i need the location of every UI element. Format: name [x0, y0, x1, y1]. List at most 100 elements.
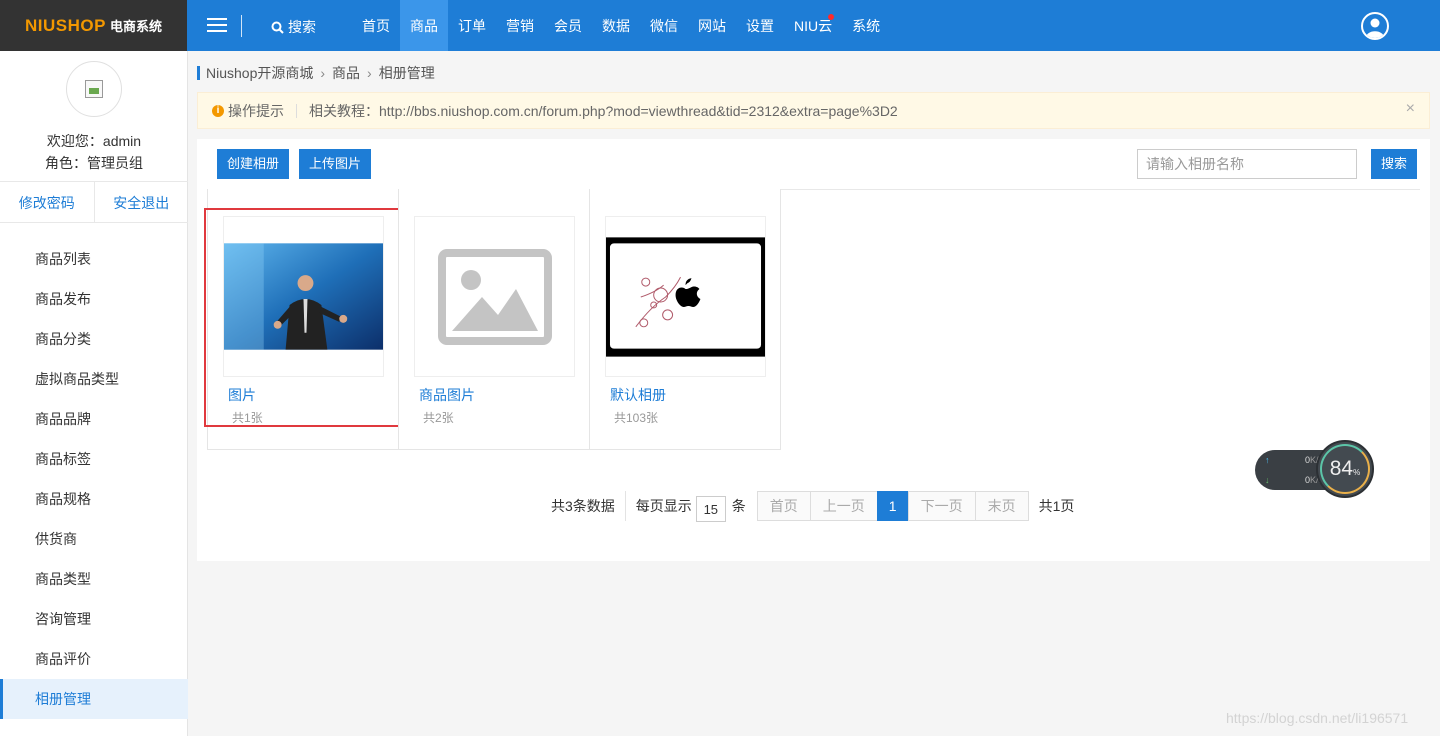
last-page-button[interactable]: 末页 [974, 491, 1029, 521]
breadcrumb-item-home[interactable]: Niushop开源商城 [206, 63, 313, 83]
image-placeholder-icon[interactable] [414, 216, 575, 377]
download-arrow-icon: ↓ [1265, 475, 1270, 485]
per-page-label: 每页显示 [635, 498, 692, 514]
role-text: 角色：管理员组 [45, 155, 143, 171]
sidebar-item[interactable]: 相册管理 [0, 679, 188, 719]
sidebar-item[interactable]: 商品品牌 [0, 399, 188, 439]
logo-suffix: 电商系统 [109, 19, 162, 34]
nav-item-label: 网站 [698, 18, 726, 34]
sidebar-item[interactable]: 商品标签 [0, 439, 188, 479]
album-search-input[interactable] [1137, 149, 1357, 179]
nav-item[interactable]: 设置 [736, 0, 784, 51]
sidebar-item[interactable]: 虚拟商品类型 [0, 359, 188, 399]
sidebar-item[interactable]: 供货商 [0, 519, 188, 559]
pagination-divider [624, 491, 626, 521]
change-password-link[interactable]: 修改密码 [0, 182, 95, 222]
nav-item-label: 会员 [554, 18, 582, 34]
nav-item-label: NIU云 [794, 18, 833, 34]
top-search-label: 搜索 [288, 19, 316, 35]
nav-item-label: 系统 [852, 18, 881, 34]
pagination-pages: 共1页 [1038, 498, 1075, 514]
nav-item[interactable]: 商品 [400, 0, 448, 51]
nav-item-label: 数据 [602, 18, 630, 34]
album-card: 默认相册 共103张 [589, 189, 781, 450]
sidebar-menu: 商品列表 商品发布 商品分类 虚拟商品类型 商品品牌 商品标签 商品规格 供货商 商品类型 咨询管… [0, 239, 188, 719]
album-name[interactable]: 图片 [228, 385, 256, 405]
operation-tip: i 操作提示 相关教程：http://bbs.niushop.com.cn/fo… [197, 92, 1430, 129]
breadcrumb-item-current: 相册管理 [378, 65, 435, 81]
close-icon[interactable]: × [1406, 100, 1415, 118]
search-icon [271, 21, 284, 34]
upload-arrow-icon: ↑ [1265, 455, 1270, 465]
sidebar-item[interactable]: 商品分类 [0, 319, 188, 359]
menu-toggle-icon[interactable] [207, 18, 227, 33]
per-page-input[interactable]: 15 [695, 496, 726, 522]
user-avatar [66, 61, 122, 117]
sidebar-item[interactable]: 商品规格 [0, 479, 188, 519]
tip-text[interactable]: 相关教程：http://bbs.niushop.com.cn/forum.php… [309, 101, 898, 121]
nav-item[interactable]: 网站 [688, 0, 736, 51]
chevron-right-icon: › [367, 65, 372, 81]
user-avatar-icon[interactable] [1361, 12, 1389, 40]
album-name[interactable]: 商品图片 [419, 385, 475, 405]
memory-gauge[interactable]: 84% [1316, 440, 1374, 498]
prev-page-button[interactable]: 上一页 [809, 491, 878, 521]
watermark: https://blog.csdn.net/li196571 [1226, 710, 1409, 726]
upload-image-button[interactable]: 上传图片 [299, 149, 372, 179]
breadcrumb-marker [197, 66, 200, 80]
sidebar-item[interactable]: 商品发布 [0, 279, 188, 319]
chevron-right-icon: › [320, 65, 326, 81]
album-name[interactable]: 默认相册 [610, 385, 666, 405]
sidebar-item[interactable]: 商品类型 [0, 559, 188, 599]
welcome-text: 欢迎您：admin [46, 133, 142, 149]
gauge-value: 84 [1329, 457, 1354, 480]
account-actions: 修改密码 安全退出 [0, 181, 188, 223]
nav-item-label: 首页 [362, 18, 390, 34]
info-icon: i [212, 104, 224, 117]
nav-item-label: 微信 [650, 18, 678, 34]
tip-divider [296, 103, 297, 118]
nav-item[interactable]: 会员 [544, 0, 592, 51]
tip-title: 操作提示 [228, 102, 284, 119]
nav-item-label: 订单 [458, 18, 486, 34]
nav-item[interactable]: 首页 [352, 0, 400, 51]
nav-item[interactable]: 数据 [592, 0, 640, 51]
album-card: 商品图片 共2张 [398, 189, 590, 450]
current-page-button[interactable]: 1 [876, 491, 909, 521]
nav-item[interactable]: 订单 [448, 0, 496, 51]
breadcrumb: Niushop开源商城 › 商品 › 相册管理 [197, 63, 435, 83]
top-search-button[interactable]: 搜索 [271, 17, 316, 37]
nav-item-label: 设置 [746, 18, 774, 34]
album-search-button[interactable]: 搜索 [1371, 149, 1418, 179]
pagination-total: 共3条数据 [551, 498, 615, 514]
sidebar-item[interactable]: 商品列表 [0, 239, 188, 279]
per-page-unit: 条 [731, 498, 746, 514]
top-bar: NIUSHOP 电商系统 搜索 首页 商品 订单 营销 会员 数据 微信 网站 设置 NIU云 系统 [0, 0, 1440, 51]
next-page-button[interactable]: 下一页 [907, 491, 976, 521]
gauge-percent-sign: % [1353, 468, 1361, 477]
main-nav: 首页 商品 订单 营销 会员 数据 微信 网站 设置 NIU云 系统 [352, 0, 890, 51]
breadcrumb-item-goods[interactable]: 商品 [332, 63, 360, 83]
pagination: 共3条数据 每页显示 15 条 首页 上一页 1 下一页 末页 共1页 [551, 491, 1075, 522]
nav-item[interactable]: 营销 [496, 0, 544, 51]
broken-image-icon [85, 80, 103, 98]
album-card: 图片 共1张 [204, 189, 419, 450]
nav-item-label: 商品 [410, 18, 438, 34]
logo[interactable]: NIUSHOP 电商系统 [0, 0, 187, 51]
logo-brand: NIUSHOP [25, 15, 106, 35]
nav-item[interactable]: 微信 [640, 0, 688, 51]
sidebar-item[interactable]: 商品评价 [0, 639, 188, 679]
album-thumbnail-photo[interactable] [223, 216, 384, 377]
album-count: 共2张 [423, 411, 454, 425]
album-thumbnail-artwork[interactable] [605, 216, 766, 377]
topbar-divider [241, 15, 242, 37]
album-count: 共103张 [614, 411, 659, 425]
nav-item[interactable]: 系统 [842, 0, 890, 51]
logout-link[interactable]: 安全退出 [95, 182, 189, 222]
notification-dot [828, 14, 835, 20]
create-album-button[interactable]: 创建相册 [217, 149, 290, 179]
album-count: 共1张 [232, 411, 263, 425]
nav-item[interactable]: NIU云 [784, 0, 842, 51]
sidebar-item[interactable]: 咨询管理 [0, 599, 188, 639]
first-page-button[interactable]: 首页 [756, 491, 811, 521]
